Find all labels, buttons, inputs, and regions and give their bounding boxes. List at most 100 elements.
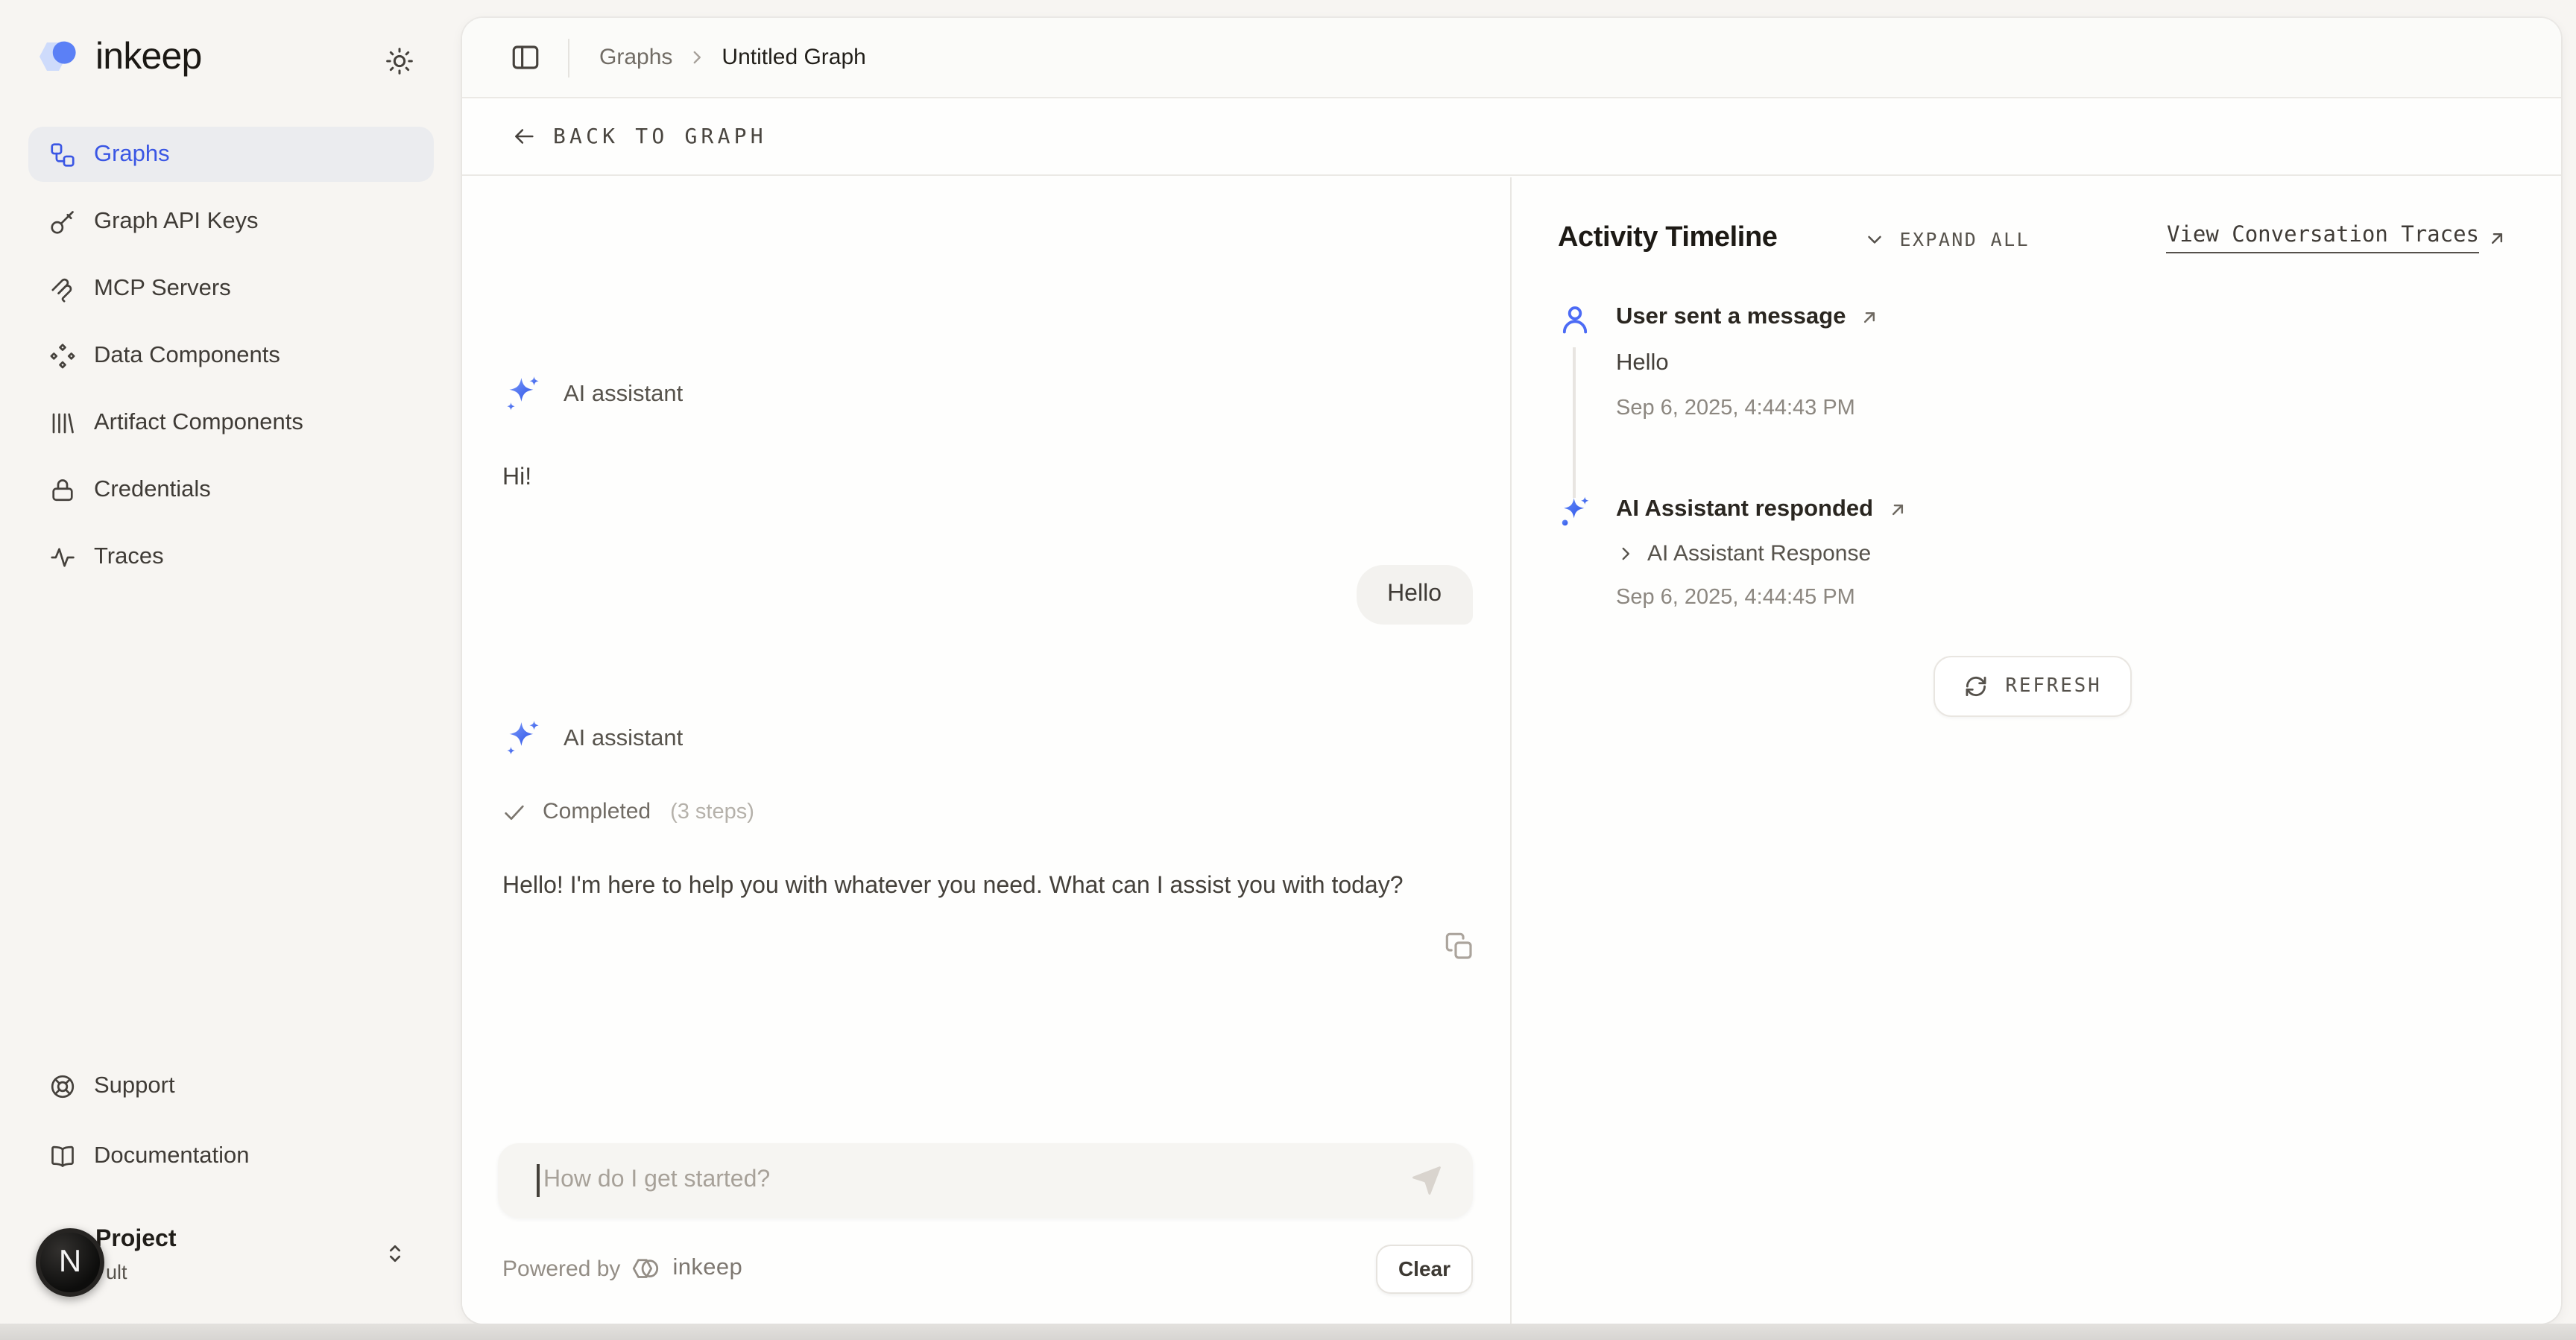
chevron-right-icon: [687, 48, 707, 67]
timeline-connector: [1573, 347, 1575, 498]
timeline-entry-title: AI Assistant responded: [1616, 496, 1873, 523]
powered-by-link[interactable]: Powered by inkeep: [502, 1254, 742, 1283]
check-icon: [502, 800, 526, 824]
timeline-entry-timestamp: Sep 6, 2025, 4:44:45 PM: [1616, 586, 2507, 610]
send-icon[interactable]: [1409, 1163, 1445, 1198]
data-components-icon: [49, 342, 76, 369]
sidebar-item-graphs[interactable]: Graphs: [28, 127, 434, 182]
panel-toggle-button[interactable]: [510, 42, 541, 73]
sidebar-item-label: Support: [94, 1072, 175, 1099]
expand-all-label: EXPAND ALL: [1900, 227, 2030, 250]
sidebar-item-documentation[interactable]: Documentation: [28, 1128, 434, 1183]
chat-input-placeholder: How do I get started?: [543, 1167, 1409, 1194]
timeline-title: Activity Timeline: [1558, 222, 1778, 255]
assistant-response-text: Hello! I'm here to help you with whateve…: [502, 867, 1471, 906]
sidebar-item-traces[interactable]: Traces: [28, 529, 434, 584]
inkeep-outline-logo-icon: [631, 1254, 662, 1283]
breadcrumb-current: Untitled Graph: [722, 45, 865, 70]
sidebar-item-credentials[interactable]: Credentials: [28, 462, 434, 517]
sun-icon: [385, 46, 414, 76]
completion-status[interactable]: Completed (3 steps): [502, 799, 1480, 824]
chat-panel: AI assistant Hi! Hello: [462, 177, 1512, 1324]
user-message-row: Hello: [502, 565, 1480, 625]
key-icon: [49, 208, 76, 235]
sidebar-item-label: Graphs: [94, 141, 170, 168]
sidebar-item-data-components[interactable]: Data Components: [28, 328, 434, 383]
message-actions: [502, 932, 1480, 961]
sidebar-item-label: Artifact Components: [94, 409, 303, 436]
sidebar-footer-nav: Support Documentation: [28, 1058, 434, 1183]
sidebar-item-graph-api-keys[interactable]: Graph API Keys: [28, 194, 434, 249]
main-card: Graphs Untitled Graph BACK TO GRAPH: [462, 18, 2561, 1324]
sidebar-item-label: Graph API Keys: [94, 208, 259, 235]
timeline-header: Activity Timeline EXPAND ALL View Conver…: [1558, 222, 2507, 255]
refresh-label: REFRESH: [2005, 675, 2101, 698]
view-conversation-traces-label: View Conversation Traces: [2167, 224, 2479, 253]
assistant-message-text: Hi!: [502, 465, 1480, 492]
sidebar-item-mcp-servers[interactable]: MCP Servers: [28, 261, 434, 316]
chat-footer: Powered by inkeep Clear: [502, 1243, 1473, 1294]
text-cursor: [537, 1164, 539, 1197]
arrow-left-icon: [511, 124, 537, 149]
user-message-bubble: Hello: [1356, 565, 1473, 625]
chevrons-up-down-icon: [382, 1240, 408, 1267]
timeline-entry-assistant-response: AI Assistant responded AI Assistant Resp…: [1558, 496, 2507, 610]
avatar-letter: N: [59, 1245, 81, 1280]
chevron-down-icon: [1864, 227, 1887, 250]
sidebar-item-label: MCP Servers: [94, 275, 231, 302]
sidebar: inkeep Graphs: [0, 0, 462, 1324]
sidebar-nav: Graphs Graph API Keys MCP Servers Data C…: [28, 127, 434, 584]
chat-scroll-area[interactable]: AI assistant Hi! Hello: [502, 177, 1480, 1122]
back-to-graph-label: BACK TO GRAPH: [553, 124, 767, 148]
timeline-entries: User sent a message Hello Sep 6, 2025, 4…: [1558, 304, 2507, 610]
assistant-message-header: AI assistant: [502, 374, 1480, 414]
sparkle-icon: [1558, 495, 1592, 529]
sparkle-icon: [502, 374, 543, 414]
theme-toggle-button[interactable]: [382, 43, 417, 79]
copy-icon[interactable]: [1445, 932, 1474, 961]
project-selector[interactable]: Project ult N: [28, 1222, 434, 1312]
bottom-edge-band: [0, 1324, 2576, 1340]
view-conversation-traces-link[interactable]: View Conversation Traces: [2167, 224, 2507, 253]
timeline-entry-title-row[interactable]: AI Assistant responded: [1616, 496, 2507, 523]
mcp-icon: [49, 275, 76, 302]
assistant-label: AI assistant: [564, 725, 683, 752]
timeline-entry-body: Hello: [1616, 350, 2507, 377]
content-area: AI assistant Hi! Hello: [462, 177, 2561, 1324]
chevron-right-icon: [1616, 544, 1635, 563]
brand-logo[interactable]: inkeep: [36, 36, 202, 79]
chat-input[interactable]: How do I get started?: [498, 1143, 1473, 1218]
sidebar-item-label: Traces: [94, 543, 164, 570]
breadcrumb-bar: Graphs Untitled Graph: [462, 18, 2561, 98]
sidebar-item-artifact-components[interactable]: Artifact Components: [28, 395, 434, 450]
sidebar-item-label: Documentation: [94, 1143, 250, 1169]
powered-by-brand: inkeep: [672, 1255, 742, 1282]
avatar[interactable]: N: [36, 1228, 104, 1297]
arrow-up-right-icon: [1859, 307, 1880, 328]
refresh-icon: [1963, 674, 1989, 699]
project-subtitle: ult: [106, 1261, 127, 1283]
sidebar-item-label: Data Components: [94, 342, 280, 369]
expand-all-button[interactable]: EXPAND ALL: [1864, 227, 2030, 250]
sidebar-item-support[interactable]: Support: [28, 1058, 434, 1113]
back-to-graph-button[interactable]: BACK TO GRAPH: [462, 98, 2561, 176]
assistant-message-header: AI assistant: [502, 718, 1480, 759]
user-icon: [1558, 303, 1592, 337]
inkeep-logo-icon: [36, 37, 82, 78]
timeline-entry-title: User sent a message: [1616, 304, 1846, 331]
refresh-button[interactable]: REFRESH: [1933, 656, 2131, 717]
assistant-label: AI assistant: [564, 381, 683, 408]
powered-by-text: Powered by: [502, 1256, 620, 1281]
sparkle-icon: [502, 718, 543, 759]
status-label: Completed: [543, 799, 651, 824]
project-name: Project: [95, 1227, 177, 1254]
life-buoy-icon: [49, 1072, 76, 1099]
clear-button[interactable]: Clear: [1376, 1244, 1473, 1293]
timeline-entry-title-row[interactable]: User sent a message: [1616, 304, 2507, 331]
arrow-up-right-icon: [1887, 499, 1907, 520]
arrow-up-right-icon: [2487, 228, 2507, 249]
assistant-response-toggle-label: AI Assistant Response: [1647, 541, 1871, 566]
divider: [568, 38, 569, 77]
breadcrumb-graphs-link[interactable]: Graphs: [599, 45, 672, 70]
assistant-response-toggle[interactable]: AI Assistant Response: [1616, 541, 2507, 566]
